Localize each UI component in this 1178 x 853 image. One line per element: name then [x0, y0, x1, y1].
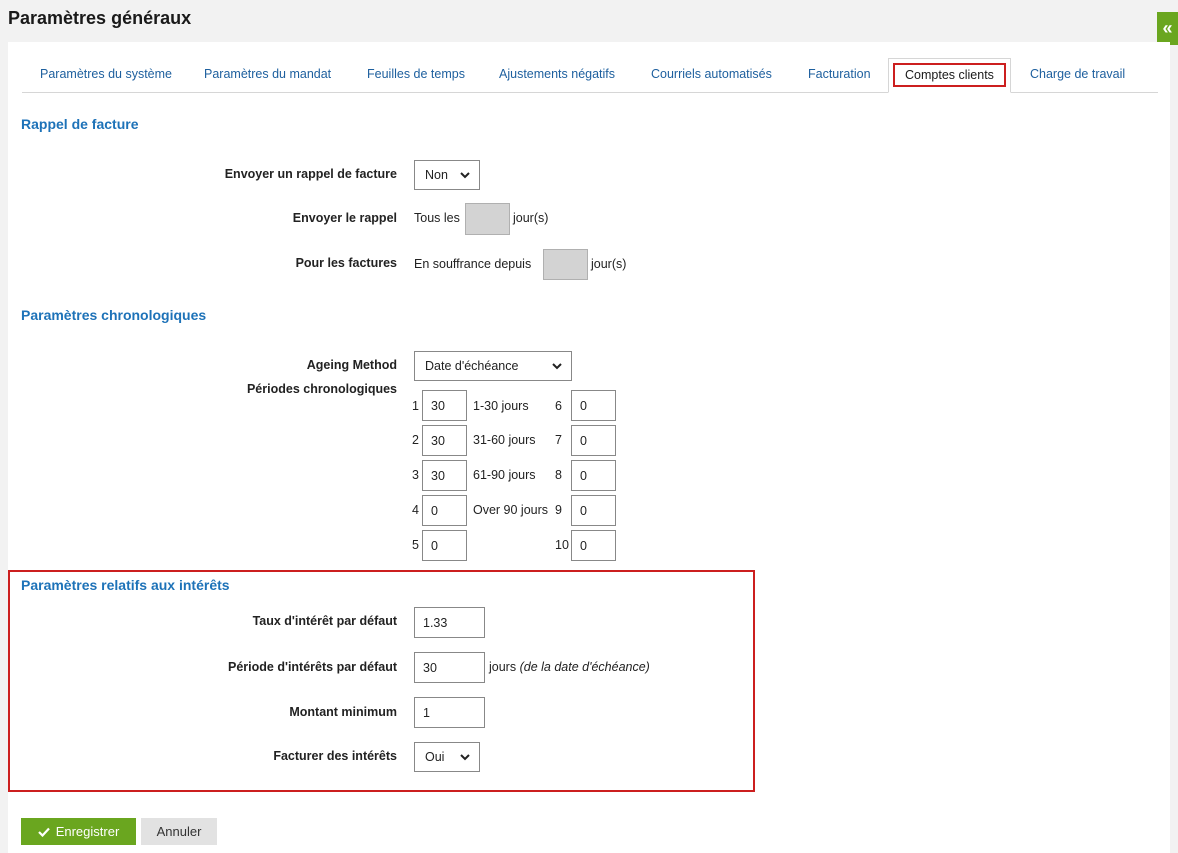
chevron-down-icon [460, 172, 470, 179]
bill-interest-select[interactable]: Oui [414, 742, 480, 772]
invoices-suffix: jour(s) [591, 257, 627, 271]
minimum-amount-label: Montant minimum [289, 705, 397, 719]
period-number: 8 [555, 468, 562, 482]
send-every-prefix: Tous les [414, 211, 460, 225]
period-2-input[interactable] [422, 425, 467, 456]
period-3-input[interactable] [422, 460, 467, 491]
ageing-method-value: Date d'échéance [425, 359, 519, 373]
period-range: 31-60 jours [473, 433, 536, 447]
chevron-down-icon [460, 754, 470, 761]
tab-comptes-clients[interactable]: Comptes clients [888, 58, 1011, 93]
ageing-method-select[interactable]: Date d'échéance [414, 351, 572, 381]
settings-panel: Paramètres du système Paramètres du mand… [8, 42, 1170, 853]
period-4-input[interactable] [422, 495, 467, 526]
period-number: 2 [412, 433, 419, 447]
tab-feuilles-de-temps[interactable]: Feuilles de temps [367, 58, 465, 93]
checkmark-icon [37, 827, 50, 837]
interest-period-input[interactable] [414, 652, 485, 683]
period-8-input[interactable] [571, 460, 616, 491]
send-reminder-select[interactable]: Non [414, 160, 480, 190]
interest-period-suffix: jours (de la date d'échéance) [489, 660, 650, 674]
bill-interest-value: Oui [425, 750, 445, 764]
period-number: 9 [555, 503, 562, 517]
interest-rate-input[interactable] [414, 607, 485, 638]
double-chevron-left-icon: « [1162, 18, 1173, 38]
bill-interest-label: Facturer des intérêts [273, 749, 397, 763]
period-number: 7 [555, 433, 562, 447]
period-number: 1 [412, 399, 419, 413]
tab-comptes-clients-label: Comptes clients [893, 63, 1006, 87]
tab-facturation[interactable]: Facturation [808, 58, 871, 93]
send-reminder-label: Envoyer un rappel de facture [224, 167, 397, 181]
send-reminder-value: Non [425, 168, 448, 182]
period-6-input[interactable] [571, 390, 616, 421]
overdue-days-input[interactable] [543, 249, 588, 280]
tab-parametres-mandat[interactable]: Paramètres du mandat [204, 58, 331, 93]
period-10-input[interactable] [571, 530, 616, 561]
tab-parametres-systeme[interactable]: Paramètres du système [40, 58, 172, 93]
send-every-label: Envoyer le rappel [292, 211, 397, 225]
period-number: 4 [412, 503, 419, 517]
period-number: 10 [555, 538, 569, 552]
period-range: Over 90 jours [473, 503, 549, 517]
minimum-amount-input[interactable] [414, 697, 485, 728]
tab-courriels-automatises[interactable]: Courriels automatisés [651, 58, 772, 93]
chevron-down-icon [552, 363, 562, 370]
period-range: 61-90 jours [473, 468, 536, 482]
send-every-days-input[interactable] [465, 203, 510, 235]
tab-ajustements-negatifs[interactable]: Ajustements négatifs [499, 58, 615, 93]
invoices-prefix: En souffrance depuis [414, 257, 532, 271]
section-title-interest: Paramètres relatifs aux intérêts [21, 577, 230, 593]
interest-rate-label: Taux d'intérêt par défaut [252, 614, 397, 628]
invoices-label: Pour les factures [295, 256, 397, 270]
interest-period-label: Période d'intérêts par défaut [228, 660, 397, 674]
page-title: Paramètres généraux [8, 8, 192, 28]
collapse-panel-button[interactable]: « [1157, 12, 1178, 45]
period-5-input[interactable] [422, 530, 467, 561]
section-title-aging: Paramètres chronologiques [21, 307, 207, 323]
period-number: 6 [555, 399, 562, 413]
interest-period-note: (de la date d'échéance) [519, 660, 650, 674]
aging-periods-label: Périodes chronologiques [246, 382, 397, 396]
period-range: 1-30 jours [473, 399, 529, 413]
interest-period-unit: jours [489, 660, 517, 674]
cancel-button[interactable]: Annuler [141, 818, 217, 845]
tab-bar: Paramètres du système Paramètres du mand… [22, 58, 1158, 93]
period-7-input[interactable] [571, 425, 616, 456]
ageing-method-label: Ageing Method [306, 358, 397, 372]
period-9-input[interactable] [571, 495, 616, 526]
period-number: 3 [412, 468, 419, 482]
send-every-suffix: jour(s) [513, 211, 549, 225]
period-1-input[interactable] [422, 390, 467, 421]
tab-charge-de-travail[interactable]: Charge de travail [1030, 58, 1125, 93]
save-button[interactable]: Enregistrer [21, 818, 136, 845]
section-title-reminder: Rappel de facture [21, 116, 139, 132]
save-button-label: Enregistrer [55, 824, 120, 839]
period-number: 5 [412, 538, 419, 552]
